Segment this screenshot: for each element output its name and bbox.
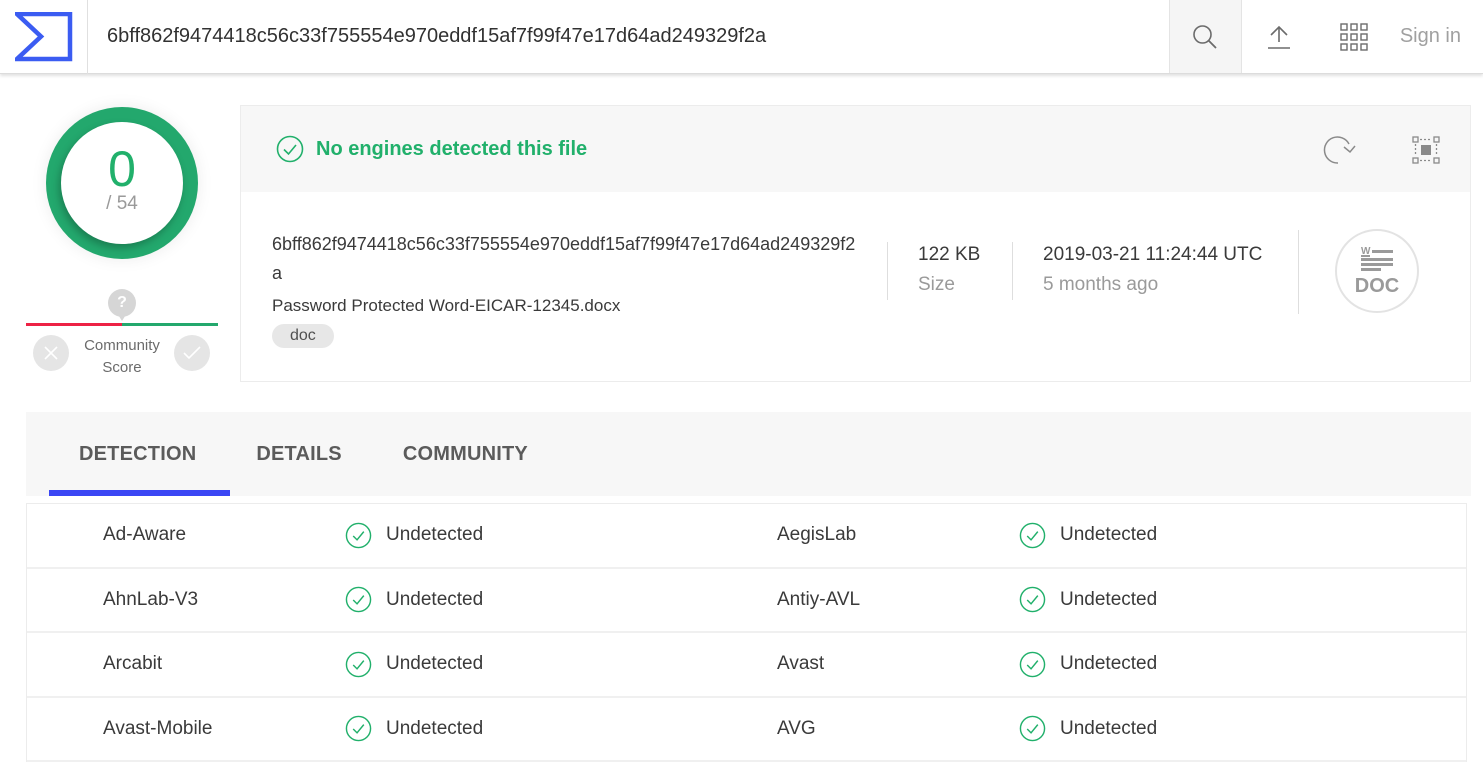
result-label: Undetected (386, 653, 484, 675)
engine-result: Undetected (1019, 586, 1157, 613)
analysis-date-value: 2019-03-21 11:24:44 UTC (1043, 244, 1263, 265)
file-size-label: Size (918, 274, 955, 295)
summary-actions (1322, 132, 1444, 168)
sigma-logo-icon (14, 12, 72, 62)
sign-in-link[interactable]: Sign in (1392, 0, 1483, 73)
engine-result: Undetected (1019, 522, 1157, 549)
detections-table: Ad-Aware Undetected AegisLab Undetected … (26, 503, 1467, 762)
divider (1012, 242, 1013, 300)
result-label: Undetected (386, 588, 484, 610)
engine-name: AhnLab-V3 (103, 588, 199, 610)
file-type-badge: W DOC (1335, 229, 1419, 313)
tab-community[interactable]: COMMUNITY (403, 412, 528, 496)
engine-name: AegisLab (777, 524, 857, 546)
analysis-date: 2019-03-21 11:24:44 UTC 5 months ago (1043, 244, 1262, 296)
top-bar: Sign in (0, 0, 1483, 74)
positive-bar (122, 323, 218, 326)
file-name: Password Protected Word-EICAR-12345.docx (272, 296, 621, 315)
result-label: Undetected (386, 524, 484, 546)
check-circle-icon (1019, 522, 1046, 549)
file-size-value: 122 KB (918, 244, 981, 265)
active-tab-indicator (49, 490, 230, 496)
checkmark-icon (183, 346, 201, 360)
negative-bar (26, 323, 122, 326)
tab-detection[interactable]: DETECTION (79, 412, 196, 496)
file-info: 6bff862f9474418c56c33f755554e970eddf15af… (272, 230, 872, 348)
detection-status: No engines detected this file (316, 137, 588, 160)
community-label-line1: Community (84, 337, 160, 354)
close-icon (44, 346, 58, 360)
refresh-icon (1323, 136, 1356, 164)
check-circle-icon (345, 522, 372, 549)
engine-name: AVG (777, 717, 816, 739)
file-summary-card: No engines detected this file 6bff862f94… (240, 105, 1471, 382)
table-row: Avast-Mobile Undetected AVG Undetected (27, 698, 1466, 762)
engines-total: / 54 (106, 193, 138, 214)
score-ring: 0 / 54 (46, 107, 198, 259)
engine-result: Undetected (345, 586, 483, 613)
check-circle-icon (1019, 651, 1046, 678)
file-type-label: DOC (1354, 274, 1400, 297)
search-field[interactable] (88, 0, 1169, 73)
score-center: 0 / 54 (61, 122, 183, 244)
file-size: 122 KB Size (918, 244, 980, 296)
result-label: Undetected (1060, 717, 1158, 739)
table-row: Arcabit Undetected Avast Undetected (27, 633, 1466, 698)
document-lines-icon: W (1361, 246, 1393, 271)
table-row: Ad-Aware Undetected AegisLab Undetected (27, 504, 1466, 569)
report-tabs: DETECTION DETAILS COMMUNITY (26, 412, 1471, 496)
check-circle-icon (276, 135, 304, 163)
graph-view-button[interactable] (1408, 132, 1444, 168)
engine-result: Undetected (1019, 715, 1157, 742)
analysis-date-relative: 5 months ago (1043, 274, 1159, 295)
engine-result: Undetected (345, 651, 483, 678)
result-label: Undetected (1060, 524, 1158, 546)
result-label: Undetected (1060, 653, 1158, 675)
result-label: Undetected (386, 717, 484, 739)
check-circle-icon (345, 651, 372, 678)
engine-name: Antiy-AVL (777, 588, 861, 610)
check-circle-icon (345, 715, 372, 742)
community-label-line2: Score (102, 359, 142, 376)
engine-result: Undetected (345, 522, 483, 549)
engine-name: Avast-Mobile (103, 717, 213, 739)
file-hash: 6bff862f9474418c56c33f755554e970eddf15af… (272, 234, 856, 283)
file-tag[interactable]: doc (272, 324, 334, 348)
detection-score-widget: 0 / 54 ? Community Score (26, 105, 218, 385)
apps-grid-icon (1340, 22, 1369, 51)
check-circle-icon (1019, 715, 1046, 742)
engine-result: Undetected (345, 715, 483, 742)
check-circle-icon (1019, 586, 1046, 613)
divider (1298, 230, 1299, 314)
reanalyze-button[interactable] (1322, 132, 1358, 168)
upload-icon (1268, 25, 1291, 49)
divider (887, 242, 888, 300)
apps-menu-button[interactable] (1317, 0, 1392, 73)
community-score-marker: ? (108, 289, 136, 321)
table-row: AhnLab-V3 Undetected Antiy-AVL Undetecte… (27, 569, 1466, 633)
engine-name: Ad-Aware (103, 524, 187, 546)
check-circle-icon (345, 586, 372, 613)
search-input[interactable] (107, 25, 1169, 48)
community-score-bar (26, 323, 218, 326)
vote-harmful-button[interactable] (33, 335, 69, 371)
summary-header: No engines detected this file (241, 106, 1470, 192)
search-button[interactable] (1168, 0, 1242, 73)
engine-name: Arcabit (103, 653, 163, 675)
search-icon (1193, 24, 1217, 49)
engine-name: Avast (777, 653, 825, 675)
result-label: Undetected (1060, 588, 1158, 610)
engine-result: Undetected (1019, 651, 1157, 678)
virustotal-logo[interactable] (0, 0, 88, 74)
upload-button[interactable] (1242, 0, 1317, 73)
community-score-label: Community Score (66, 335, 178, 379)
detected-count: 0 (108, 141, 136, 197)
tab-details[interactable]: DETAILS (256, 412, 341, 496)
graph-icon (1412, 136, 1440, 164)
vote-harmless-button[interactable] (174, 335, 210, 371)
